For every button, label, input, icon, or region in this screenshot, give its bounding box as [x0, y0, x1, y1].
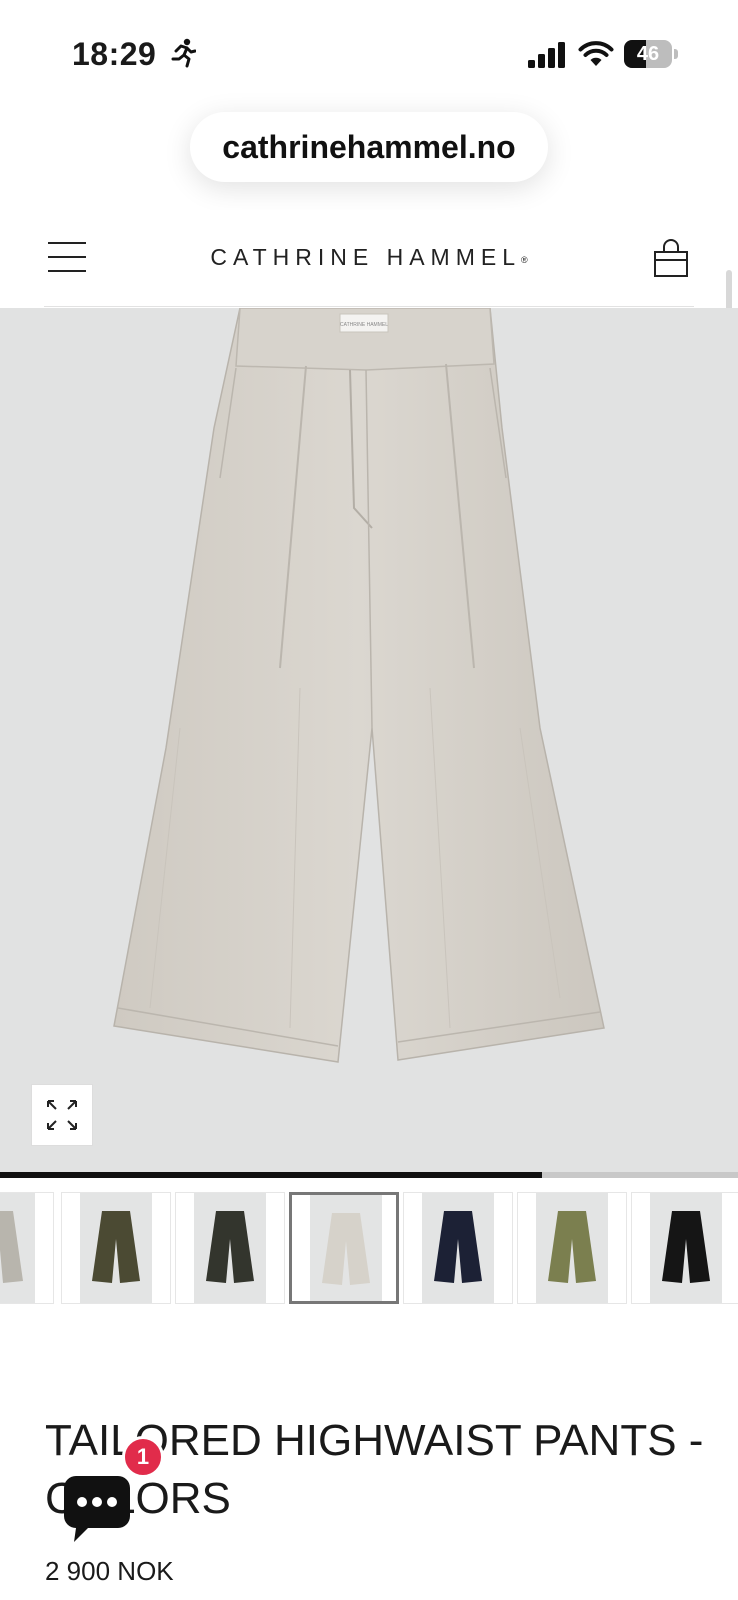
wifi-icon — [578, 41, 614, 66]
pants-illustration: CATHRINE HAMMEL — [113, 308, 605, 1063]
color-thumbnail[interactable] — [61, 1192, 171, 1304]
battery-icon: 46 — [624, 40, 678, 68]
logo-text: CATHRINE HAMMEL — [210, 244, 521, 270]
product-price: 2 900 NOK — [45, 1556, 174, 1586]
color-thumbnail[interactable] — [517, 1192, 627, 1304]
gallery-progress — [0, 1172, 738, 1178]
header-divider — [44, 306, 694, 307]
shopping-bag-icon[interactable] — [652, 238, 690, 278]
signal-icon — [528, 42, 565, 68]
expand-icon — [47, 1100, 77, 1130]
address-bar[interactable]: cathrinehammel.no — [190, 112, 548, 182]
waist-label-text: CATHRINE HAMMEL — [340, 322, 388, 328]
thumbnail-pants-image — [434, 1211, 482, 1283]
product-main-image[interactable]: CATHRINE HAMMEL — [0, 308, 738, 1172]
expand-button[interactable] — [31, 1084, 93, 1146]
battery-percent: 46 — [636, 43, 660, 65]
color-thumbnail[interactable] — [631, 1192, 738, 1304]
status-bar: 18:29 46 — [0, 0, 738, 104]
color-thumbnail[interactable] — [0, 1192, 54, 1304]
color-thumbnails — [0, 1192, 738, 1306]
brand-logo[interactable]: CATHRINE HAMMEL® — [0, 244, 738, 271]
thumbnail-pants-image — [322, 1213, 370, 1285]
thumbnail-pants-image — [206, 1211, 254, 1283]
color-thumbnail[interactable] — [175, 1192, 285, 1304]
status-time: 18:29 — [72, 36, 157, 72]
chat-icon[interactable] — [62, 1472, 132, 1544]
thumbnail-pants-image — [0, 1211, 23, 1283]
thumbnail-pants-image — [548, 1211, 596, 1283]
chat-notification-badge: 1 — [122, 1436, 164, 1478]
thumbnail-pants-image — [662, 1211, 710, 1283]
thumbnail-pants-image — [92, 1211, 140, 1283]
gallery-progress-fill — [0, 1172, 543, 1178]
color-thumbnail[interactable] — [403, 1192, 513, 1304]
logo-mark: ® — [521, 255, 528, 265]
url-text: cathrinehammel.no — [222, 128, 516, 165]
site-header: CATHRINE HAMMEL® — [0, 210, 738, 308]
color-thumbnail[interactable] — [289, 1192, 399, 1304]
running-icon — [171, 38, 196, 68]
